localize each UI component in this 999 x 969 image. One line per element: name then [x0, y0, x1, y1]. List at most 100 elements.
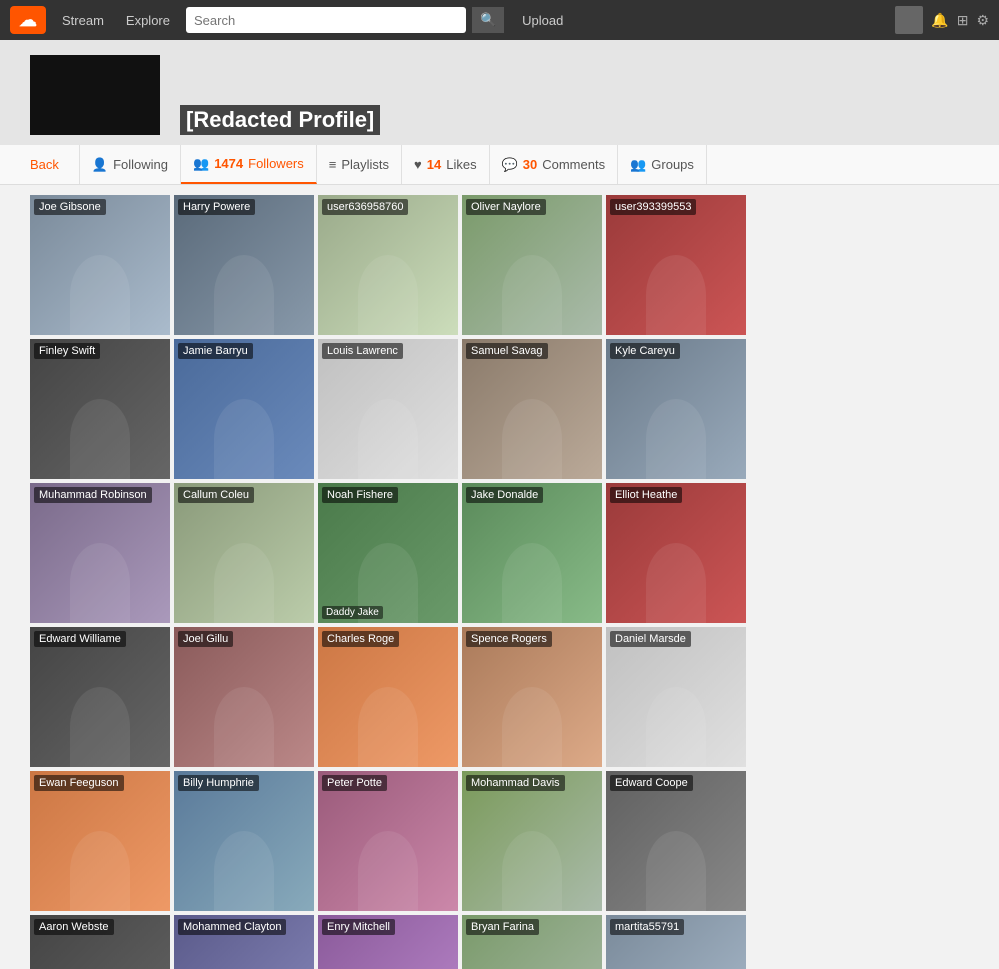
grid-icon[interactable]: ⊞: [957, 12, 969, 29]
stat-groups[interactable]: 👥 Groups: [618, 145, 707, 184]
follower-card[interactable]: Louis Lawrenc: [318, 339, 458, 479]
followers-count: 1474: [214, 156, 243, 171]
followers-label: Followers: [248, 156, 304, 171]
avatar-image: [30, 55, 160, 135]
follower-name: Harry Powere: [178, 199, 255, 215]
profile-avatar: [30, 55, 160, 135]
settings-icon[interactable]: ⚙: [976, 12, 989, 29]
playlists-icon: ≡: [329, 157, 337, 172]
follower-name: Peter Potte: [322, 775, 387, 791]
follower-name: Elliot Heathe: [610, 487, 682, 503]
follower-card[interactable]: Enry Mitchell: [318, 915, 458, 969]
follower-card[interactable]: Spence Rogers: [462, 627, 602, 767]
followers-grid: Joe Gibsone Harry Powere user636958760 Oliv…: [0, 185, 999, 969]
follower-name: Joe Gibsone: [34, 199, 106, 215]
follower-card[interactable]: Peter Potte: [318, 771, 458, 911]
follower-name: Oliver Naylore: [466, 199, 546, 215]
comments-count: 30: [523, 157, 537, 172]
follower-name: Mohammed Clayton: [178, 919, 286, 935]
follower-name: Noah Fishere: [322, 487, 398, 503]
follower-card[interactable]: Samuel Savag: [462, 339, 602, 479]
follower-name: Bryan Farina: [466, 919, 539, 935]
follower-name: martita55791: [610, 919, 684, 935]
soundcloud-logo[interactable]: ☁: [10, 6, 46, 34]
follower-name: Jake Donalde: [466, 487, 543, 503]
followers-icon: 👥: [193, 156, 209, 172]
follower-card[interactable]: Charles Roge: [318, 627, 458, 767]
follower-name: user636958760: [322, 199, 408, 215]
follower-card[interactable]: user636958760: [318, 195, 458, 335]
follower-card[interactable]: Callum Coleu: [174, 483, 314, 623]
stat-comments[interactable]: 💬 30 Comments: [490, 145, 619, 184]
comments-icon: 💬: [502, 157, 518, 173]
upload-button[interactable]: Upload: [522, 13, 563, 28]
follower-card[interactable]: Bryan Farina👤 82: [462, 915, 602, 969]
bell-icon[interactable]: 🔔: [931, 12, 948, 29]
follower-name: Callum Coleu: [178, 487, 254, 503]
follower-name: Ewan Feeguson: [34, 775, 124, 791]
follower-name: Aaron Webste: [34, 919, 114, 935]
follower-card[interactable]: Muhammad Robinson: [30, 483, 170, 623]
playlists-label: Playlists: [341, 157, 389, 172]
follower-card[interactable]: Finley Swift: [30, 339, 170, 479]
follower-name: Edward Williame: [34, 631, 126, 647]
follower-card[interactable]: Elliot Heathe: [606, 483, 746, 623]
back-button[interactable]: Back: [30, 157, 59, 172]
follower-subtitle: Daddy Jake: [322, 606, 383, 619]
follower-name: Billy Humphrie: [178, 775, 259, 791]
follower-name: Enry Mitchell: [322, 919, 395, 935]
follower-card[interactable]: Mohammad Davis: [462, 771, 602, 911]
follower-card[interactable]: Mohammed Clayton: [174, 915, 314, 969]
likes-count: 14: [427, 157, 441, 172]
follower-name: Charles Roge: [322, 631, 399, 647]
follower-name: Finley Swift: [34, 343, 100, 359]
follower-card[interactable]: Kyle Careyu: [606, 339, 746, 479]
comments-label: Comments: [542, 157, 605, 172]
follower-card[interactable]: user393399553: [606, 195, 746, 335]
stat-playlists[interactable]: ≡ Playlists: [317, 145, 402, 184]
stat-likes[interactable]: ♥ 14 Likes: [402, 145, 490, 184]
profile-header: [Redacted Profile]: [0, 40, 999, 145]
follower-name: Samuel Savag: [466, 343, 548, 359]
stats-bar: Back 👤 Following 👥 1474 Followers ≡ Play…: [0, 145, 999, 185]
follower-card[interactable]: Aaron Webste: [30, 915, 170, 969]
follower-card[interactable]: Jamie Barryu: [174, 339, 314, 479]
following-label: Following: [113, 157, 168, 172]
search-button[interactable]: 🔍: [472, 7, 504, 33]
follower-name: Spence Rogers: [466, 631, 552, 647]
stat-followers[interactable]: 👥 1474 Followers: [181, 145, 317, 184]
nav-right-controls: 🔔 ⊞ ⚙: [895, 6, 989, 34]
follower-card[interactable]: Oliver Naylore: [462, 195, 602, 335]
follower-card[interactable]: Harry Powere: [174, 195, 314, 335]
follower-card[interactable]: Noah Fishere Daddy Jake: [318, 483, 458, 623]
profile-name: [Redacted Profile]: [180, 105, 380, 135]
top-navigation: ☁ Stream Explore 🔍 Upload 🔔 ⊞ ⚙: [0, 0, 999, 40]
likes-label: Likes: [446, 157, 476, 172]
nav-explore[interactable]: Explore: [120, 9, 176, 32]
nav-stream[interactable]: Stream: [56, 9, 110, 32]
user-avatar-nav[interactable]: [895, 6, 923, 34]
follower-name: Edward Coope: [610, 775, 693, 791]
stat-following[interactable]: 👤 Following: [79, 145, 181, 184]
search-input[interactable]: [186, 7, 466, 33]
follower-card[interactable]: Edward Williame: [30, 627, 170, 767]
follower-name: Daniel Marsde: [610, 631, 691, 647]
follower-card[interactable]: Ewan Feeguson: [30, 771, 170, 911]
profile-info: [Redacted Profile]: [180, 105, 380, 135]
groups-icon: 👥: [630, 157, 646, 173]
follower-card[interactable]: Edward Coope: [606, 771, 746, 911]
following-icon: 👤: [92, 157, 108, 173]
follower-name: Jamie Barryu: [178, 343, 253, 359]
follower-name: Kyle Careyu: [610, 343, 680, 359]
follower-name: Muhammad Robinson: [34, 487, 152, 503]
follower-card[interactable]: Joel Gillu: [174, 627, 314, 767]
follower-name: Joel Gillu: [178, 631, 233, 647]
follower-card[interactable]: Billy Humphrie: [174, 771, 314, 911]
follower-card[interactable]: Jake Donalde: [462, 483, 602, 623]
likes-icon: ♥: [414, 157, 422, 172]
follower-card[interactable]: Joe Gibsone: [30, 195, 170, 335]
follower-name: user393399553: [610, 199, 696, 215]
follower-name: Mohammad Davis: [466, 775, 565, 791]
follower-card[interactable]: Daniel Marsde: [606, 627, 746, 767]
follower-card[interactable]: martita55791👤 165: [606, 915, 746, 969]
